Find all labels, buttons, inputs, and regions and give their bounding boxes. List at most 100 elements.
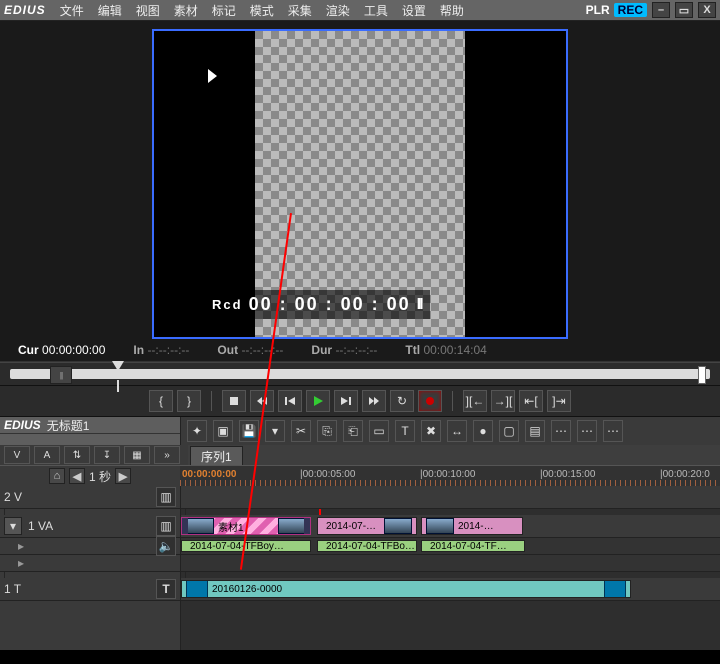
zoom-home-icon[interactable]: ⌂ (49, 468, 65, 484)
tool-split[interactable]: ● (473, 420, 493, 442)
play-button[interactable] (306, 390, 330, 412)
track-area[interactable]: 素材1 2014-07-… 2014-… 2014-07-04-TFBoy… 2… (181, 486, 720, 650)
track-patch-icon[interactable]: ▥ (156, 487, 176, 507)
clip-audio-3[interactable]: 2014-07-04-TF… (421, 540, 525, 552)
clip-title[interactable]: 20160126-0000 (181, 580, 631, 598)
tool-more1[interactable]: ⋯ (551, 420, 571, 442)
recorder-monitor[interactable]: Rcd 00 : 00 : 00 : 00 II (152, 29, 568, 339)
track-header-1t[interactable]: 1 T T (0, 578, 180, 601)
clip-label: 20160126-0000 (212, 584, 282, 595)
tool-more2[interactable]: ⋯ (577, 420, 597, 442)
menu-clip[interactable]: 素材 (168, 0, 204, 21)
shuttle-bar[interactable] (0, 362, 720, 386)
tool-gap-delete[interactable]: ↔ (447, 420, 467, 442)
tool-title[interactable]: T (395, 420, 415, 442)
toolbar-expand[interactable]: » (154, 446, 180, 464)
tool-new[interactable]: ✦ (187, 420, 207, 442)
restore-button[interactable]: ▭ (675, 2, 693, 18)
clip-audio-2[interactable]: 2014-07-04-TFBo… (317, 540, 417, 552)
track-header-1va[interactable]: ▾ 1 VA ▥ (0, 515, 180, 538)
clip-thumb-right (278, 518, 306, 534)
in-value[interactable]: --:--:--:-- (147, 343, 189, 357)
menu-help[interactable]: 帮助 (434, 0, 470, 21)
clip-audio-1[interactable]: 2014-07-04-TFBoy… (181, 540, 311, 552)
tool-cut[interactable]: ✂ (291, 420, 311, 442)
tool-render[interactable]: ▤ (525, 420, 545, 442)
clip-edge-left[interactable] (182, 518, 188, 534)
insert-button[interactable]: ⇤[ (519, 390, 543, 412)
dur-value[interactable]: --:--:--:-- (335, 343, 377, 357)
tool-more3[interactable]: ⋯ (603, 420, 623, 442)
menu-marker[interactable]: 标记 (206, 0, 242, 21)
zoom-prev-button[interactable]: ◀ (69, 468, 85, 484)
set-out-button[interactable]: } (177, 390, 201, 412)
dur-label: Dur (311, 343, 332, 357)
sequence-tab[interactable]: 序列1 (190, 446, 243, 465)
menu-render[interactable]: 渲染 (320, 0, 356, 21)
track-type-title-icon[interactable]: T (156, 579, 176, 599)
shuttle-handle[interactable] (50, 366, 72, 384)
track-patch-icon[interactable]: ▥ (156, 516, 176, 536)
menu-settings[interactable]: 设置 (396, 0, 432, 21)
prev-frame-button[interactable] (278, 390, 302, 412)
out-value[interactable]: --:--:--:-- (241, 343, 283, 357)
record-button[interactable] (418, 390, 442, 412)
cur-value[interactable]: 00:00:00:00 (42, 343, 105, 357)
lane-2v[interactable] (181, 486, 720, 509)
menu-file[interactable]: 文件 (54, 0, 90, 21)
ttl-value[interactable]: 00:00:14:04 (423, 343, 486, 357)
tool-replace[interactable]: ▭ (369, 420, 389, 442)
mode-rec[interactable]: REC (614, 3, 647, 17)
preview-play-marker-icon (208, 69, 217, 83)
toolbar-extra-2[interactable]: ▦ (124, 446, 150, 464)
track-header-2v[interactable]: 2 V ▥ (0, 486, 180, 509)
menu-mode[interactable]: 模式 (244, 0, 280, 21)
overwrite-button[interactable]: ]⇥ (547, 390, 571, 412)
set-in-button[interactable]: { (149, 390, 173, 412)
lane-1va-audio[interactable]: 2014-07-04-TFBoy… 2014-07-04-TFBo… 2014-… (181, 538, 720, 555)
toggle-v-button[interactable]: V (4, 446, 30, 464)
zoom-unit[interactable]: 1 秒 (89, 468, 111, 485)
track-mute-icon[interactable]: 🔈 (156, 536, 176, 556)
time-ruler[interactable]: 00:00:00:00 |00:00:05:00 |00:00:10:00 |0… (180, 466, 720, 486)
clip-video-3[interactable]: 2014-… (421, 517, 523, 535)
tool-save[interactable]: 💾 (239, 420, 259, 442)
next-edit-button[interactable]: →][ (491, 390, 515, 412)
menu-capture[interactable]: 采集 (282, 0, 318, 21)
tool-overwrite-clip[interactable]: ⎗ (343, 420, 363, 442)
tool-transition[interactable]: ▢ (499, 420, 519, 442)
sequence-name[interactable]: 无标题1 (47, 417, 90, 434)
toggle-a-button[interactable]: A (34, 446, 60, 464)
clip-label: 2014-07-04-TFBoy… (190, 541, 284, 552)
mode-plr[interactable]: PLR (586, 3, 610, 17)
tool-insert-clip[interactable]: ⎘ (317, 420, 337, 442)
tool-delete[interactable]: ✖ (421, 420, 441, 442)
track-1va-expand-audio[interactable]: ▸ (0, 555, 180, 572)
lane-1t[interactable]: 20160126-0000 (181, 578, 720, 601)
lane-1va-sub2[interactable] (181, 555, 720, 572)
zoom-control: ⌂ ◀ 1 秒 ▶ (0, 466, 180, 486)
clip-edge-right[interactable] (304, 518, 310, 534)
lane-1va-video[interactable]: 素材1 2014-07-… 2014-… (181, 515, 720, 538)
next-frame-button[interactable] (334, 390, 358, 412)
minimize-button[interactable]: – (652, 2, 670, 18)
track-select-icon[interactable]: ▾ (4, 517, 22, 535)
prev-edit-button[interactable]: ][← (463, 390, 487, 412)
menu-tools[interactable]: 工具 (358, 0, 394, 21)
track-1va-expand-video[interactable]: ▸ 🔈 (0, 538, 180, 555)
zoom-next-button[interactable]: ▶ (115, 468, 131, 484)
menu-edit[interactable]: 编辑 (92, 0, 128, 21)
loop-button[interactable]: ↻ (390, 390, 414, 412)
in-label: In (133, 343, 144, 357)
scrub-playhead[interactable] (112, 361, 124, 371)
menu-view[interactable]: 视图 (130, 0, 166, 21)
stop-button[interactable] (222, 390, 246, 412)
shuttle-end-marker[interactable] (698, 366, 706, 384)
clip-label: 2014-07-04-TFBo… (326, 541, 415, 552)
fast-forward-button[interactable] (362, 390, 386, 412)
close-button[interactable]: X (698, 2, 716, 18)
toggle-va-button[interactable]: ⇅ (64, 446, 90, 464)
toolbar-extra-1[interactable]: ↧ (94, 446, 120, 464)
tool-open[interactable]: ▣ (213, 420, 233, 442)
clip-video-2[interactable]: 2014-07-… (317, 517, 417, 535)
